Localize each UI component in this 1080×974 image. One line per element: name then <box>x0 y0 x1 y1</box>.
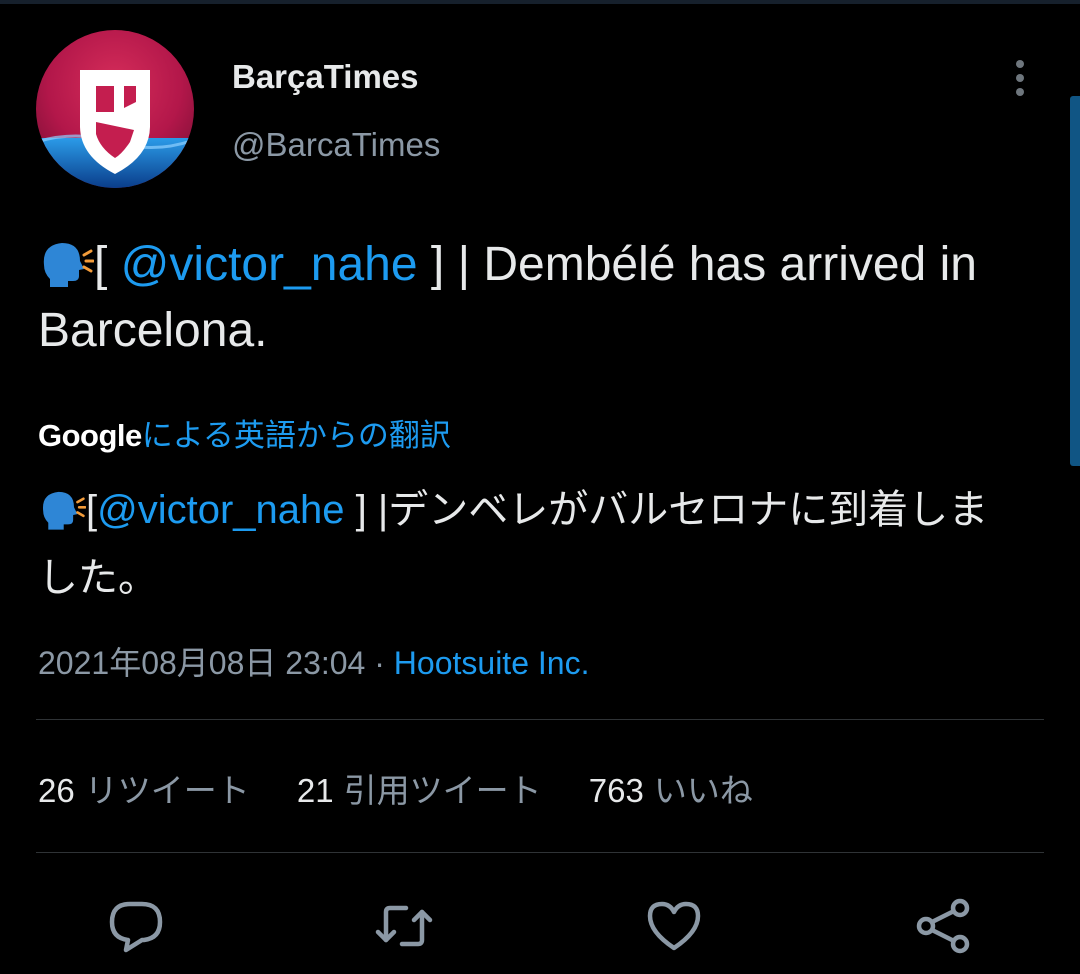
tweet-meta: 2021年08月08日 23:04 · Hootsuite Inc. <box>38 638 589 684</box>
more-options-icon[interactable] <box>1000 56 1042 100</box>
tweet-text-open: [ <box>94 238 121 291</box>
translation-attribution: Googleによる英語からの翻訳 <box>38 410 451 455</box>
like-icon <box>647 901 701 951</box>
retweets-count: 26 <box>38 772 75 809</box>
top-strip <box>0 0 1080 4</box>
retweets-label: リツイート <box>84 772 250 809</box>
share-button[interactable] <box>912 894 976 958</box>
quote-tweets-label: 引用ツイート <box>343 772 542 809</box>
like-button[interactable] <box>642 894 706 958</box>
quote-tweets-stat[interactable]: 21 引用ツイート <box>297 772 542 809</box>
speaking-head-icon <box>42 491 86 530</box>
tweet-text: [ @victor_nahe ] | Dembélé has arrived i… <box>38 232 998 364</box>
translated-text: [@victor_nahe ] |デンベレがバルセロナに到着しました。 <box>38 476 1028 612</box>
translated-mention-link[interactable]: @victor_nahe <box>97 488 344 532</box>
reply-icon <box>109 901 163 953</box>
likes-label: いいね <box>653 772 753 809</box>
speaking-head-icon <box>43 243 94 287</box>
source-link[interactable]: Hootsuite Inc. <box>394 645 590 681</box>
engagement-stats: 26 リツイート 21 引用ツイート 763 いいね <box>38 764 791 812</box>
retweet-icon <box>375 905 433 947</box>
retweet-button[interactable] <box>372 894 436 958</box>
barcatimes-logo-icon <box>36 30 194 188</box>
share-icon <box>916 898 970 954</box>
divider <box>36 719 1044 720</box>
divider <box>36 852 1044 853</box>
likes-stat[interactable]: 763 いいね <box>589 772 753 809</box>
google-logo: Google <box>38 418 142 453</box>
reply-button[interactable] <box>104 894 168 958</box>
scroll-indicator <box>1070 96 1080 466</box>
likes-count: 763 <box>588 772 644 809</box>
translation-link[interactable]: による英語からの翻訳 <box>142 418 451 453</box>
mention-link[interactable]: @victor_nahe <box>121 238 418 291</box>
user-handle[interactable]: @BarcaTimes <box>232 126 440 164</box>
meta-separator: · <box>374 645 385 681</box>
retweets-stat[interactable]: 26 リツイート <box>38 772 250 809</box>
avatar[interactable] <box>36 30 194 188</box>
display-name[interactable]: BarçaTimes <box>232 58 419 96</box>
quote-tweets-count: 21 <box>296 772 334 809</box>
timestamp[interactable]: 2021年08月08日 23:04 <box>38 645 365 681</box>
translated-text-open: [ <box>86 488 98 532</box>
